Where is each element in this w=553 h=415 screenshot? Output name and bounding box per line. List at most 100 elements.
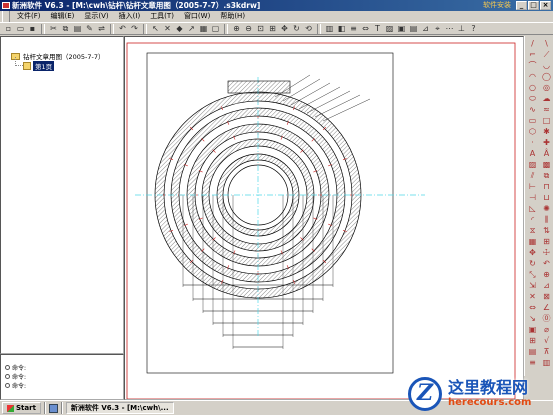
block-tool-icon[interactable]: ▣ — [526, 324, 539, 335]
polygon-tool-icon[interactable]: ⬡ — [526, 126, 539, 137]
spline-tool-icon[interactable]: ∿ — [526, 104, 539, 115]
donut-tool-icon[interactable]: ◎ — [540, 82, 553, 93]
grid-icon[interactable]: ⋯ — [444, 23, 455, 34]
xline-tool-icon[interactable]: \ — [540, 38, 553, 49]
list-tool-icon[interactable]: ≡ — [526, 357, 539, 368]
copy-tool-icon[interactable]: ⧉ — [540, 170, 553, 181]
insert-tool-icon[interactable]: ⊞ — [526, 335, 539, 346]
dim-tool-icon[interactable]: ⇔ — [526, 302, 539, 313]
menu-insert[interactable]: 插入(I) — [114, 11, 146, 22]
cloud-tool-icon[interactable]: ☁ — [540, 93, 553, 104]
menu-edit[interactable]: 编辑(E) — [46, 11, 80, 22]
arc-tool-icon[interactable]: ⌒ — [526, 60, 539, 71]
arc3-tool-icon[interactable]: ◡ — [540, 60, 553, 71]
mirror-tool-icon[interactable]: ⧖ — [526, 225, 539, 236]
tree-page-item[interactable]: 第1页 — [23, 61, 55, 71]
zoom-out-icon[interactable]: ⊖ — [243, 23, 254, 34]
snap-icon[interactable]: ⌖ — [432, 23, 443, 34]
polyline-tool-icon[interactable]: ⌐ — [526, 49, 539, 60]
leader-tool-icon[interactable]: ↘ — [526, 313, 539, 324]
menu-tools[interactable]: 工具(T) — [145, 11, 179, 22]
command-pane[interactable]: 命令: 命令: 命令: — [0, 354, 124, 400]
scale-tool-icon[interactable]: ⤡ — [526, 269, 539, 280]
break-tool-icon[interactable]: ⊓ — [540, 181, 553, 192]
block-icon[interactable]: ▣ — [396, 23, 407, 34]
hatch-tool-icon[interactable]: ▨ — [526, 159, 539, 170]
drawing-canvas[interactable] — [124, 36, 524, 400]
cross-icon[interactable]: ✕ — [162, 23, 173, 34]
menu-file[interactable]: 文件(F) — [12, 11, 46, 22]
chamfer-tool-icon[interactable]: ◺ — [526, 203, 539, 214]
layer-icon[interactable]: ▥ — [324, 23, 335, 34]
ray-tool-icon[interactable]: ⟋ — [540, 49, 553, 60]
dimension-icon[interactable]: ⇔ — [360, 23, 371, 34]
close-button[interactable]: × — [540, 1, 551, 10]
quick-launch-icon[interactable] — [48, 403, 58, 413]
linetype-icon[interactable]: ≡ — [348, 23, 359, 34]
align-tool-icon[interactable]: ⫼ — [540, 214, 553, 225]
text-icon[interactable]: T — [372, 23, 383, 34]
join-tool-icon[interactable]: ⊔ — [540, 192, 553, 203]
menu-window[interactable]: 窗口(W) — [179, 11, 215, 22]
menu-help[interactable]: 帮助(H) — [215, 11, 250, 22]
circle-tool-icon[interactable]: ○ — [526, 82, 539, 93]
fill-tool-icon[interactable]: ▩ — [540, 159, 553, 170]
table-icon[interactable]: ▦ — [198, 23, 209, 34]
array-tool-icon[interactable]: ▦ — [526, 236, 539, 247]
pointer-icon[interactable]: ↖ — [150, 23, 161, 34]
zoom-tool-icon[interactable]: ⊕ — [540, 269, 553, 280]
weld-tool-icon[interactable]: ⊼ — [540, 346, 553, 357]
start-button[interactable]: Start — [2, 402, 41, 414]
tree-root-item[interactable]: 钻杆文章用图（2005-7-7） — [11, 51, 105, 61]
match-icon[interactable]: ⇌ — [96, 23, 107, 34]
arc2-tool-icon[interactable]: ◠ — [526, 71, 539, 82]
extend-tool-icon[interactable]: ⊣ — [526, 192, 539, 203]
rotate-tool-icon[interactable]: ↻ — [526, 258, 539, 269]
zoom-window-icon[interactable]: ⊡ — [255, 23, 266, 34]
ellipse-tool-icon[interactable]: ⬭ — [526, 93, 539, 104]
help-icon[interactable]: ? — [468, 23, 479, 34]
zoom-all-icon[interactable]: ⊞ — [267, 23, 278, 34]
roughness-tool-icon[interactable]: √ — [540, 335, 553, 346]
table-tool-icon[interactable]: ▤ — [526, 346, 539, 357]
line-tool-icon[interactable]: / — [526, 38, 539, 49]
erase-tool-icon[interactable]: ✕ — [526, 291, 539, 302]
save-icon[interactable]: ▪ — [27, 23, 38, 34]
explode-tool-icon[interactable]: ✺ — [540, 203, 553, 214]
angle-tool-icon[interactable]: ∠ — [540, 302, 553, 313]
mtext-tool-icon[interactable]: Â — [540, 148, 553, 159]
property-icon[interactable]: ▤ — [408, 23, 419, 34]
frame-icon[interactable]: ▢ — [210, 23, 221, 34]
redo-icon[interactable]: ↷ — [129, 23, 140, 34]
pan-icon[interactable]: ✥ — [279, 23, 290, 34]
minimize-button[interactable]: _ — [516, 1, 527, 10]
link-icon[interactable]: ↗ — [186, 23, 197, 34]
zoom-in-icon[interactable]: ⊕ — [231, 23, 242, 34]
grid-tool-icon[interactable]: ⊞ — [540, 236, 553, 247]
node-icon[interactable]: ◆ — [174, 23, 185, 34]
balloon-tool-icon[interactable]: ⓪ — [540, 313, 553, 324]
wave-tool-icon[interactable]: ≈ — [540, 104, 553, 115]
text-tool-icon[interactable]: A — [526, 148, 539, 159]
cut-icon[interactable]: ✂ — [48, 23, 59, 34]
menu-view[interactable]: 显示(V) — [79, 11, 113, 22]
taskbar-app-button[interactable]: 新洲软件 V6.3 - [M:\cwh\... — [65, 402, 174, 414]
lock-tool-icon[interactable]: ⊠ — [540, 291, 553, 302]
circle2-tool-icon[interactable]: ◯ — [540, 71, 553, 82]
color-icon[interactable]: ◧ — [336, 23, 347, 34]
trim-tool-icon[interactable]: ⊢ — [526, 181, 539, 192]
move-tool-icon[interactable]: ✥ — [526, 247, 539, 258]
point-tool-icon[interactable]: · — [526, 137, 539, 148]
measure-tool-icon[interactable]: ⊿ — [540, 280, 553, 291]
fillet-tool-icon[interactable]: ◜ — [526, 214, 539, 225]
rect-tool-icon[interactable]: ▭ — [526, 115, 539, 126]
undo-tool-icon[interactable]: ↶ — [540, 258, 553, 269]
undo-icon[interactable]: ↶ — [117, 23, 128, 34]
redraw-icon[interactable]: ⟲ — [303, 23, 314, 34]
new-file-icon[interactable]: ▫ — [3, 23, 14, 34]
copy-icon[interactable]: ⧉ — [60, 23, 71, 34]
paste-icon[interactable]: ▤ — [72, 23, 83, 34]
hatch-icon[interactable]: ▨ — [384, 23, 395, 34]
ortho-icon[interactable]: ⊥ — [456, 23, 467, 34]
offset-tool-icon[interactable]: ⫽ — [526, 170, 539, 181]
